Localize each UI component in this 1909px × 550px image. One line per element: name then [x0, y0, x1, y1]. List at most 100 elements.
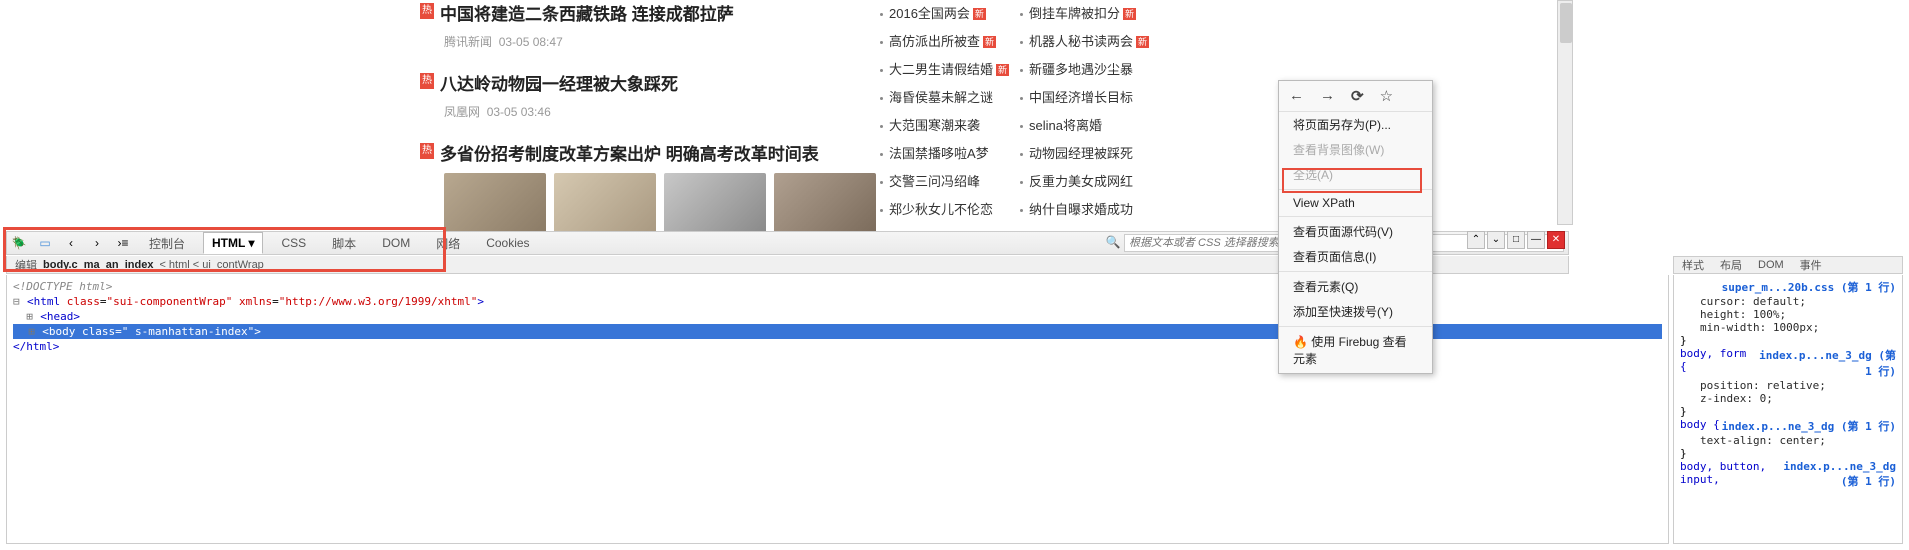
ctx-save-as[interactable]: 将页面另存为(P)...	[1279, 112, 1432, 137]
ctx-select-all: 全选(A)	[1279, 162, 1432, 187]
trending-item[interactable]: 大范围寒潮来袭	[880, 112, 1020, 140]
popout-button[interactable]: □	[1507, 231, 1525, 249]
expand-icon[interactable]: ⊞	[26, 309, 36, 324]
news-title[interactable]: 中国将建造二条西藏铁路 连接成都拉萨	[440, 0, 734, 25]
css-prop[interactable]: height: 100%;	[1680, 308, 1896, 321]
bullet-icon	[880, 209, 883, 212]
tab-dom[interactable]: DOM	[374, 233, 418, 253]
firebug-css-panel[interactable]: super_m...20b.css (第 1 行) cursor: defaul…	[1673, 275, 1903, 544]
trending-item[interactable]: 2016全国两会新	[880, 0, 1020, 28]
css-prop[interactable]: text-align: center;	[1680, 434, 1896, 447]
css-source-link[interactable]: index.p...ne_3_dg (第 1 行)	[1773, 460, 1896, 489]
ctx-add-speed[interactable]: 添加至快速拨号(Y)	[1279, 299, 1432, 324]
tab-console[interactable]: 控制台	[141, 232, 193, 255]
trending-text: 2016全国两会	[889, 0, 970, 28]
css-prop[interactable]: min-width: 1000px;	[1680, 321, 1896, 334]
tab-script[interactable]: 脚本	[324, 232, 364, 255]
ctx-view-source[interactable]: 查看页面源代码(V)	[1279, 219, 1432, 244]
bullet-icon	[1020, 181, 1023, 184]
trending-text: 动物园经理被踩死	[1029, 140, 1133, 168]
ctx-separator	[1279, 216, 1432, 217]
trending-item[interactable]: 反重力美女成网红	[1020, 168, 1160, 196]
trending-columns: 2016全国两会新高仿派出所被查新大二男生请假结婚新海昏侯墓未解之谜大范围寒潮来…	[880, 0, 1160, 224]
ctx-view-info[interactable]: 查看页面信息(I)	[1279, 244, 1432, 269]
trending-text: 纳什自曝求婚成功	[1029, 196, 1133, 224]
css-selector[interactable]: body, button, input,	[1680, 460, 1773, 489]
search-icon: 🔍	[1106, 235, 1121, 249]
rtab-layout[interactable]: 布局	[1712, 257, 1750, 273]
collapse-icon[interactable]: ⊟	[13, 294, 23, 309]
bullet-icon	[880, 181, 883, 184]
ctx-inspect[interactable]: 查看元素(Q)	[1279, 274, 1432, 299]
trending-text: 海昏侯墓未解之谜	[889, 84, 993, 112]
breadcrumb-current[interactable]: body.c_ma_an_index	[43, 259, 153, 271]
news-title[interactable]: 八达岭动物园一经理被大象踩死	[440, 70, 678, 95]
firebug-icon[interactable]: 🪲	[11, 235, 27, 251]
back-icon[interactable]: ←	[1289, 87, 1304, 105]
ctx-firebug-inspect[interactable]: 🔥 使用 Firebug 查看元素	[1279, 329, 1432, 371]
trending-text: 机器人秘书读两会	[1029, 28, 1133, 56]
tab-html[interactable]: HTML ▾	[203, 232, 263, 254]
ctx-view-bg: 查看背景图像(W)	[1279, 137, 1432, 162]
trending-item[interactable]: 高仿派出所被查新	[880, 28, 1020, 56]
ctx-separator	[1279, 271, 1432, 272]
trending-item[interactable]: 交警三问冯绍峰	[880, 168, 1020, 196]
trending-item[interactable]: 海昏侯墓未解之谜	[880, 84, 1020, 112]
trending-item[interactable]: 新疆多地遇沙尘暴	[1020, 56, 1160, 84]
css-brace: }	[1680, 334, 1896, 347]
nav-back-icon[interactable]: ‹	[63, 235, 79, 251]
reload-icon[interactable]: ⟳	[1351, 87, 1364, 105]
hot-badge: 热	[420, 73, 434, 89]
scrollbar-thumb[interactable]	[1560, 3, 1572, 43]
thumbnail[interactable]	[774, 173, 876, 237]
collapse-button[interactable]	[1467, 231, 1485, 249]
trending-item[interactable]: 法国禁播哆啦A梦	[880, 140, 1020, 168]
nav-fwd-icon[interactable]: ›	[89, 235, 105, 251]
context-menu: ← → ⟳ ☆ 将页面另存为(P)... 查看背景图像(W) 全选(A) Vie…	[1278, 80, 1433, 374]
trending-item[interactable]: 动物园经理被踩死	[1020, 140, 1160, 168]
trending-item[interactable]: 机器人秘书读两会新	[1020, 28, 1160, 56]
thumbnail[interactable]	[444, 173, 546, 237]
forward-icon[interactable]: →	[1320, 87, 1335, 105]
rtab-event[interactable]: 事件	[1792, 257, 1830, 273]
breadcrumb-trail[interactable]: < html < ui_contWrap	[159, 259, 263, 271]
tab-net[interactable]: 网络	[428, 232, 468, 255]
dropdown-button[interactable]	[1487, 231, 1505, 249]
trending-item[interactable]: 倒挂车牌被扣分新	[1020, 0, 1160, 28]
rtab-style[interactable]: 样式	[1674, 257, 1712, 273]
css-prop[interactable]: position: relative;	[1680, 379, 1896, 392]
css-selector[interactable]: body {	[1680, 418, 1720, 434]
css-prop[interactable]: z-index: 0;	[1680, 392, 1896, 405]
tab-css[interactable]: CSS	[273, 233, 314, 253]
rtab-dom[interactable]: DOM	[1750, 259, 1792, 271]
trending-text: 法国禁播哆啦A梦	[889, 140, 989, 168]
firebug-right-tabs: 样式 布局 DOM 事件	[1673, 256, 1903, 274]
css-selector[interactable]: body, form {	[1680, 347, 1748, 379]
hot-badge: 热	[420, 143, 434, 159]
close-button[interactable]: ✕	[1547, 231, 1565, 249]
css-prop[interactable]: cursor: default;	[1680, 295, 1896, 308]
minimize-button[interactable]: —	[1527, 231, 1545, 249]
ctx-separator	[1279, 326, 1432, 327]
bookmark-icon[interactable]: ☆	[1380, 87, 1393, 105]
trending-item[interactable]: 郑少秋女儿不伦恋	[880, 196, 1020, 224]
trending-item[interactable]: selina将离婚	[1020, 112, 1160, 140]
command-icon[interactable]: ›≡	[115, 235, 131, 251]
css-source-link[interactable]: super_m...20b.css (第 1 行)	[1680, 279, 1896, 295]
bullet-icon	[1020, 209, 1023, 212]
news-title[interactable]: 多省份招考制度改革方案出炉 明确高考改革时间表	[440, 140, 819, 165]
ctx-separator	[1279, 189, 1432, 190]
thumbnail[interactable]	[554, 173, 656, 237]
trending-item[interactable]: 中国经济增长目标	[1020, 84, 1160, 112]
ctx-view-xpath[interactable]: View XPath	[1279, 192, 1432, 214]
thumbnail[interactable]	[664, 173, 766, 237]
css-source-link[interactable]: index.p...ne_3_dg (第 1 行)	[1722, 418, 1896, 434]
edit-label[interactable]: 编辑	[15, 257, 37, 273]
expand-icon[interactable]: ⊞	[28, 324, 38, 339]
trending-item[interactable]: 纳什自曝求婚成功	[1020, 196, 1160, 224]
tab-cookies[interactable]: Cookies	[478, 233, 537, 253]
trending-item[interactable]: 大二男生请假结婚新	[880, 56, 1020, 84]
scrollbar-vertical[interactable]	[1557, 0, 1573, 225]
inspect-icon[interactable]: ▭	[37, 235, 53, 251]
css-source-link[interactable]: index.p...ne_3_dg (第 1 行)	[1748, 347, 1896, 379]
